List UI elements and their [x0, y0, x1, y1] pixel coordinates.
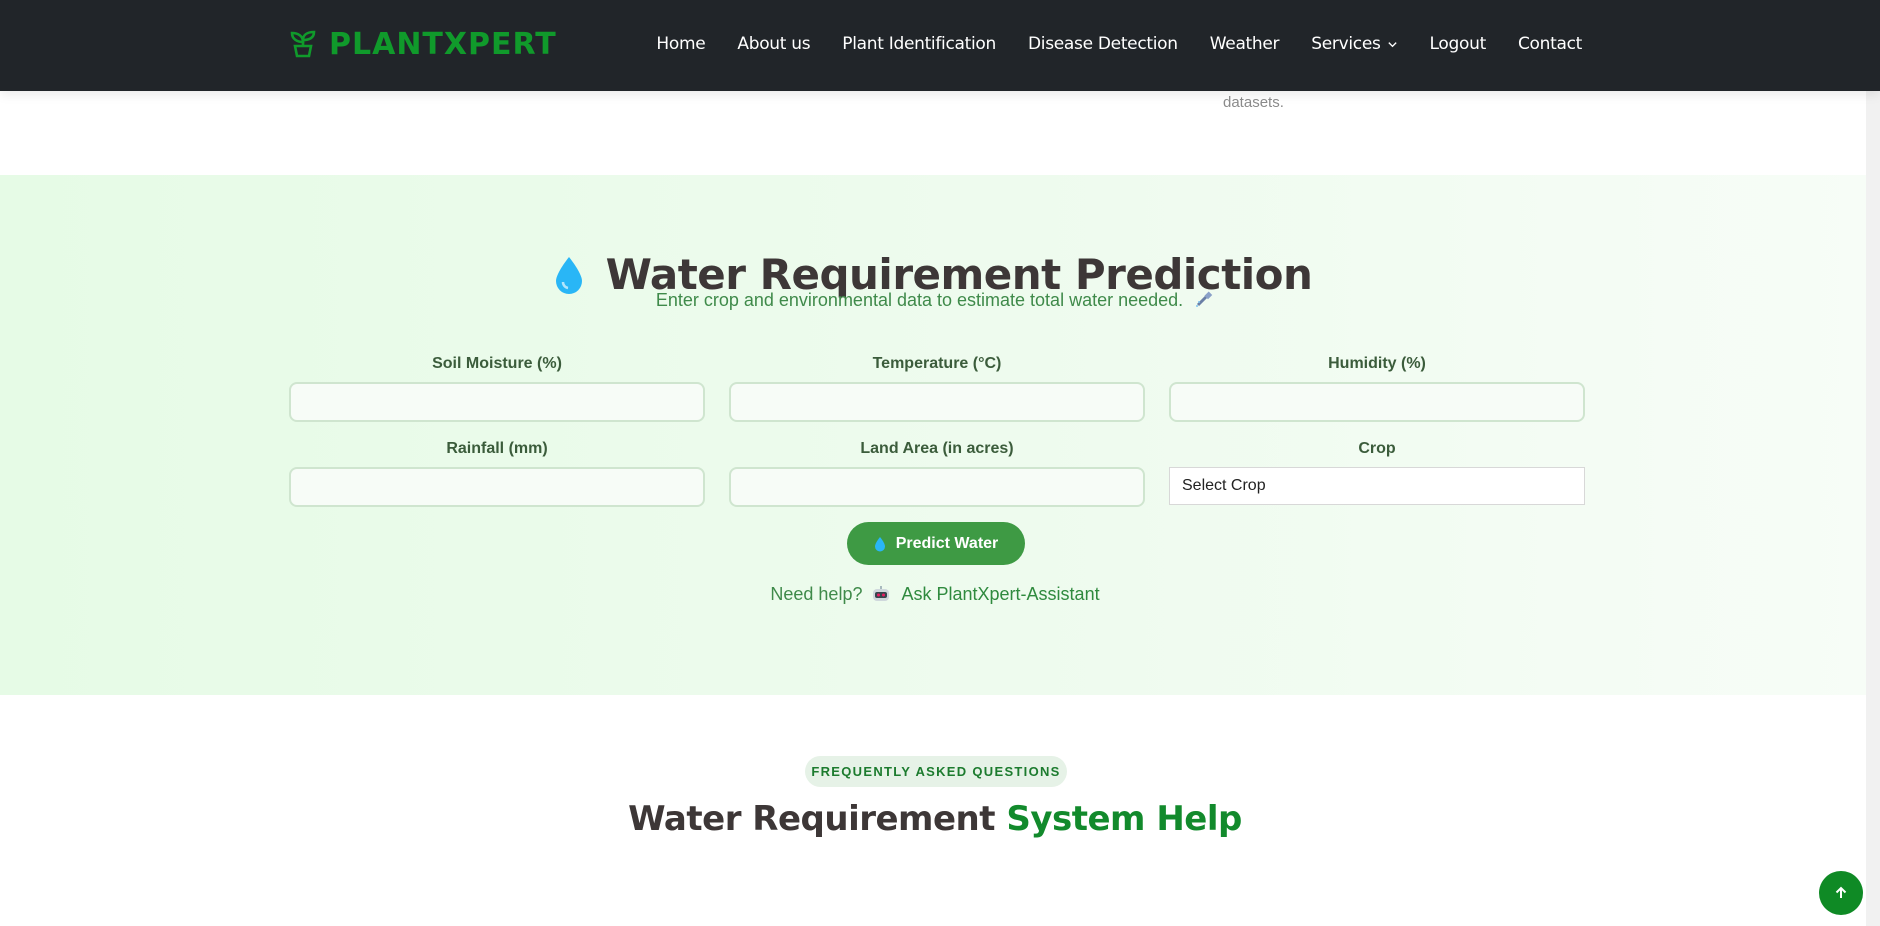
- faq-title-part1: Water Requirement: [628, 799, 996, 839]
- nav-plant-identification[interactable]: Plant Identification: [842, 34, 996, 54]
- crop-field: Crop Select Crop: [1169, 440, 1585, 505]
- nav-disease-detection[interactable]: Disease Detection: [1028, 34, 1178, 54]
- soil-moisture-label: Soil Moisture (%): [432, 355, 562, 372]
- rainfall-input[interactable]: [289, 467, 705, 507]
- nav-logout[interactable]: Logout: [1430, 34, 1487, 54]
- brand-logo[interactable]: PLANTXPERT: [289, 20, 557, 68]
- help-prefix: Need help?: [770, 584, 863, 604]
- back-to-top-button[interactable]: [1819, 871, 1863, 915]
- land-area-field: Land Area (in acres): [729, 440, 1145, 507]
- crop-select[interactable]: Select Crop: [1169, 467, 1585, 505]
- nav-services[interactable]: Services: [1311, 34, 1397, 54]
- soil-moisture-input[interactable]: [289, 382, 705, 422]
- water-prediction-section: Water Requirement Prediction Enter crop …: [0, 175, 1866, 695]
- help-line: Need help? Ask PlantXpert-Assistant: [0, 584, 1870, 605]
- rainfall-field: Rainfall (mm): [289, 440, 705, 507]
- section-subtitle: Enter crop and environmental data to est…: [0, 289, 1870, 311]
- humidity-label: Humidity (%): [1328, 355, 1426, 372]
- section-subtitle-text: Enter crop and environmental data to est…: [655, 290, 1184, 310]
- nav-about-us[interactable]: About us: [737, 34, 810, 54]
- ask-assistant-link[interactable]: Ask PlantXpert-Assistant: [902, 584, 1100, 604]
- nav-services-label: Services: [1311, 34, 1381, 54]
- page-scrollbar[interactable]: [1866, 0, 1880, 926]
- faq-title-part2: System Help: [1006, 799, 1242, 839]
- humidity-field: Humidity (%): [1169, 355, 1585, 422]
- hose-icon: [1196, 291, 1213, 307]
- water-drop-icon: [874, 536, 885, 551]
- chevron-down-icon: [1387, 41, 1397, 47]
- land-area-input[interactable]: [729, 467, 1145, 507]
- predict-water-label: Predict Water: [895, 534, 999, 552]
- sprout-icon: [290, 30, 316, 58]
- top-navbar: PLANTXPERT Home About us Plant Identific…: [0, 0, 1880, 91]
- soil-moisture-field: Soil Moisture (%): [289, 355, 705, 422]
- faq-title: Water Requirement System Help: [0, 799, 1870, 839]
- main-nav: Home About us Plant Identification Disea…: [624, 0, 1582, 88]
- crop-label: Crop: [1358, 440, 1396, 457]
- land-area-label: Land Area (in acres): [860, 440, 1014, 457]
- humidity-input[interactable]: [1169, 382, 1585, 422]
- faq-badge: FREQUENTLY ASKED QUESTIONS: [805, 756, 1067, 787]
- predict-water-button[interactable]: Predict Water: [847, 522, 1025, 565]
- brand-name: PLANTXPERT: [329, 26, 557, 62]
- temperature-label: Temperature (°C): [872, 355, 1002, 372]
- nav-contact[interactable]: Contact: [1518, 34, 1582, 54]
- previous-section-text: datasets.: [1223, 94, 1284, 111]
- temperature-input[interactable]: [729, 382, 1145, 422]
- robot-icon: [873, 586, 890, 601]
- rainfall-label: Rainfall (mm): [446, 440, 548, 457]
- nav-home[interactable]: Home: [656, 34, 705, 54]
- nav-weather[interactable]: Weather: [1210, 34, 1280, 54]
- temperature-field: Temperature (°C): [729, 355, 1145, 422]
- arrow-up-icon: [1835, 886, 1847, 898]
